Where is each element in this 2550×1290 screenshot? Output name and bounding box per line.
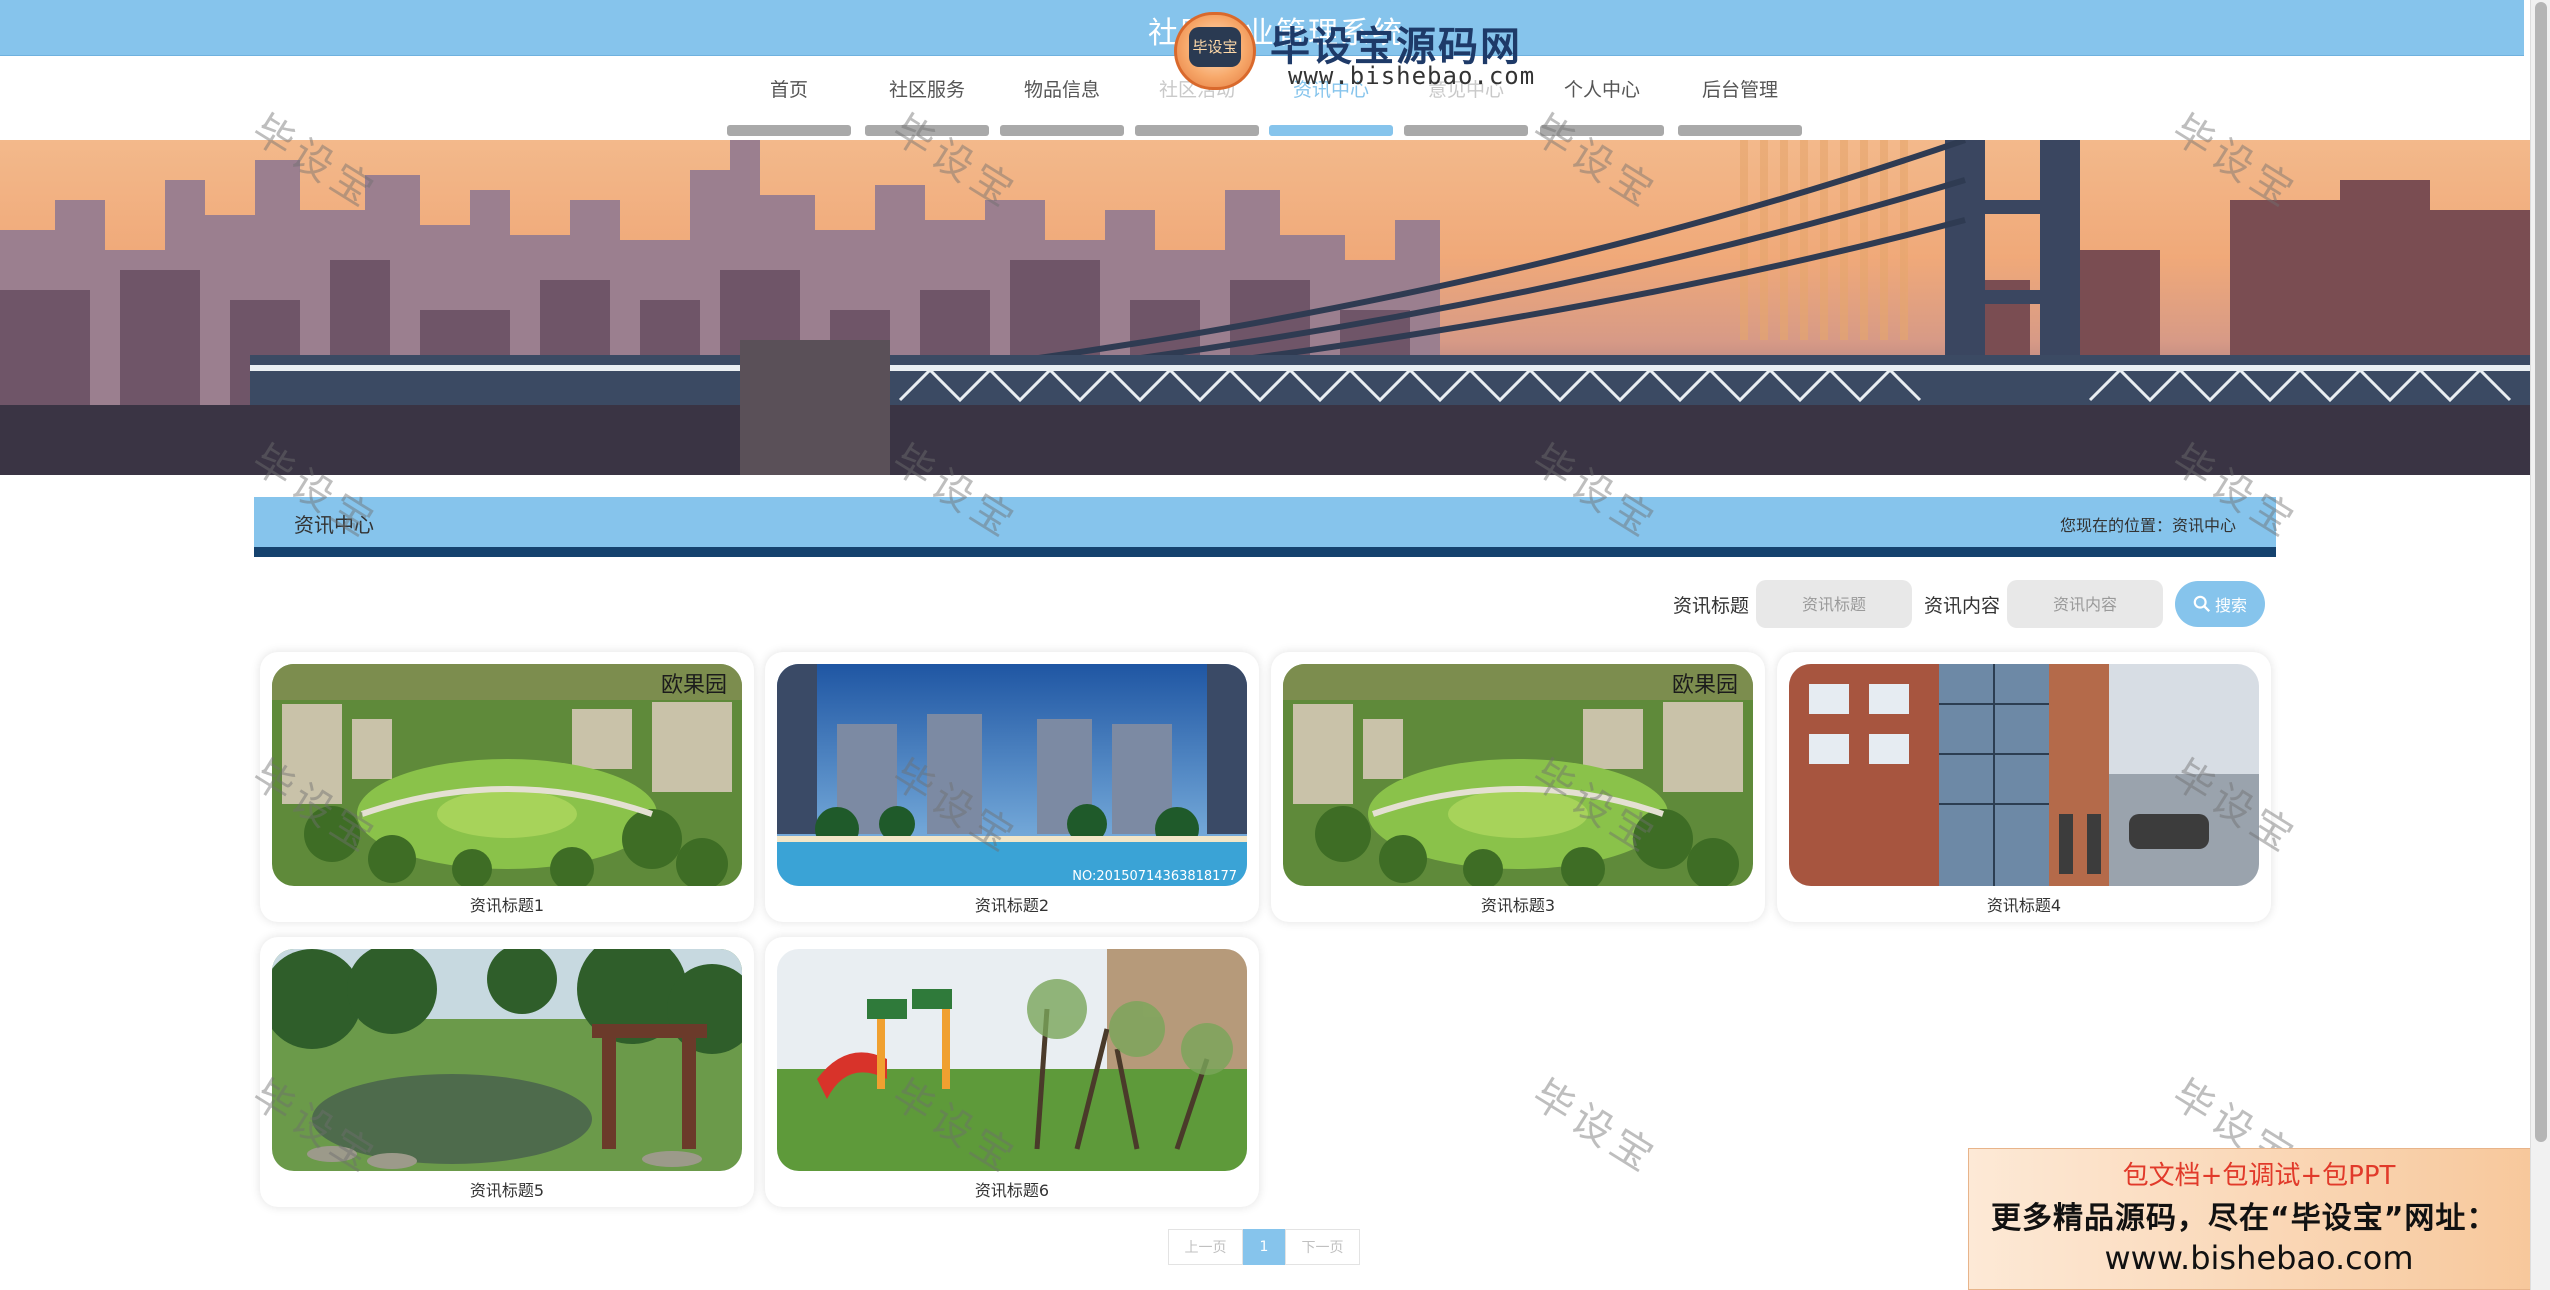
- breadcrumb: 您现在的位置：资讯中心: [2059, 516, 2236, 535]
- nav-item-personal-center[interactable]: 个人中心: [1540, 76, 1664, 136]
- watermark-text: 毕设宝: [1524, 1071, 1666, 1184]
- nav-underline: [865, 125, 989, 136]
- nav-item-home[interactable]: 首页: [727, 76, 851, 136]
- watermark-badge-text: 毕设宝: [1189, 27, 1241, 67]
- watermark-logo: 毕设宝 毕设宝源码网 www.bishebao.com: [1162, 0, 1554, 96]
- news-card[interactable]: 欧果园 资讯标题1: [260, 652, 754, 922]
- news-card-image: [1789, 664, 2259, 886]
- page-number-current[interactable]: 1: [1243, 1229, 1285, 1265]
- card-overlay-text: 欧果园: [1672, 673, 1738, 698]
- promo-banner[interactable]: 包文档+包调试+包PPT 更多精品源码，尽在“毕设宝”网址： www.bishe…: [1968, 1148, 2550, 1290]
- nav-underline: [1678, 125, 1802, 136]
- news-card-caption: 资讯标题3: [1480, 896, 1556, 915]
- news-card[interactable]: 资讯标题4: [1777, 652, 2271, 922]
- news-card[interactable]: 资讯标题5: [260, 937, 754, 1207]
- promo-url: www.bishebao.com: [2104, 1239, 2414, 1277]
- news-card[interactable]: NO:20150714363818177 资讯标题2: [765, 652, 1259, 922]
- prev-page-button[interactable]: 上一页: [1168, 1229, 1243, 1265]
- promo-line-2: 更多精品源码，尽在“毕设宝”网址：: [1991, 1201, 2498, 1236]
- search-button-label: 搜索: [2214, 596, 2247, 615]
- news-card-image: [272, 949, 742, 1171]
- nav-item-label: 物品信息: [1023, 79, 1100, 101]
- search-content-label: 资讯内容: [1924, 595, 2001, 617]
- section-header: 资讯中心 您现在的位置：资讯中心: [254, 497, 2276, 557]
- nav-underline: [1135, 125, 1259, 136]
- news-card-caption: 资讯标题4: [1986, 896, 2062, 915]
- nav-underline: [1269, 125, 1393, 136]
- section-title: 资讯中心: [294, 513, 374, 537]
- watermark-site-url: www.bishebao.com: [1288, 62, 1536, 90]
- garden-aerial-image: 欧果园: [272, 664, 742, 886]
- hero-banner: [0, 140, 2530, 475]
- nav-underline: [1540, 125, 1664, 136]
- page-scrollbar[interactable]: [2530, 0, 2550, 1290]
- news-card-caption: 资讯标题5: [469, 1181, 545, 1200]
- scrollbar-thumb[interactable]: [2535, 2, 2547, 1142]
- elevator-building-image: [1789, 664, 2259, 886]
- search-title-label: 资讯标题: [1673, 595, 1750, 617]
- news-card-caption: 资讯标题2: [974, 896, 1050, 915]
- nav-underline: [1404, 125, 1528, 136]
- playground-image: [777, 949, 1247, 1171]
- pool-towers-image: NO:20150714363818177: [777, 664, 1247, 886]
- search-title-input[interactable]: [1756, 580, 1912, 628]
- news-card-image: 欧果园: [272, 664, 742, 886]
- news-card[interactable]: 资讯标题6: [765, 937, 1259, 1207]
- city-bridge-illustration: [0, 140, 2530, 475]
- nav-underline: [727, 125, 851, 136]
- nav-item-label: 首页: [769, 79, 808, 101]
- nav-item-label: 后台管理: [1701, 79, 1778, 101]
- news-card-image: 欧果园: [1283, 664, 1753, 886]
- park-pond-image: [272, 949, 742, 1171]
- nav-underline: [1000, 125, 1124, 136]
- pagination: 上一页 1 下一页: [1168, 1229, 1360, 1265]
- search-button[interactable]: 搜索: [2175, 581, 2265, 627]
- news-card-image: NO:20150714363818177: [777, 664, 1247, 886]
- next-page-button[interactable]: 下一页: [1285, 1229, 1360, 1265]
- search-content-input[interactable]: [2007, 580, 2163, 628]
- card-overlay-text: NO:20150714363818177: [1072, 869, 1237, 884]
- nav-item-label: 个人中心: [1563, 79, 1640, 101]
- nav-item-admin[interactable]: 后台管理: [1678, 76, 1802, 136]
- nav-item-community-service[interactable]: 社区服务: [865, 76, 989, 136]
- news-card-caption: 资讯标题1: [469, 896, 545, 915]
- news-card-image: [777, 949, 1247, 1171]
- garden-aerial-image: 欧果园: [1283, 664, 1753, 886]
- news-card-caption: 资讯标题6: [974, 1181, 1050, 1200]
- search-icon: [2193, 595, 2211, 613]
- nav-item-goods-info[interactable]: 物品信息: [1000, 76, 1124, 136]
- card-overlay-text: 欧果园: [661, 673, 727, 698]
- watermark-badge-icon: 毕设宝: [1174, 12, 1256, 90]
- nav-item-label: 社区服务: [888, 79, 965, 101]
- news-card[interactable]: 欧果园 资讯标题3: [1271, 652, 1765, 922]
- promo-line-1: 包文档+包调试+包PPT: [2122, 1161, 2396, 1191]
